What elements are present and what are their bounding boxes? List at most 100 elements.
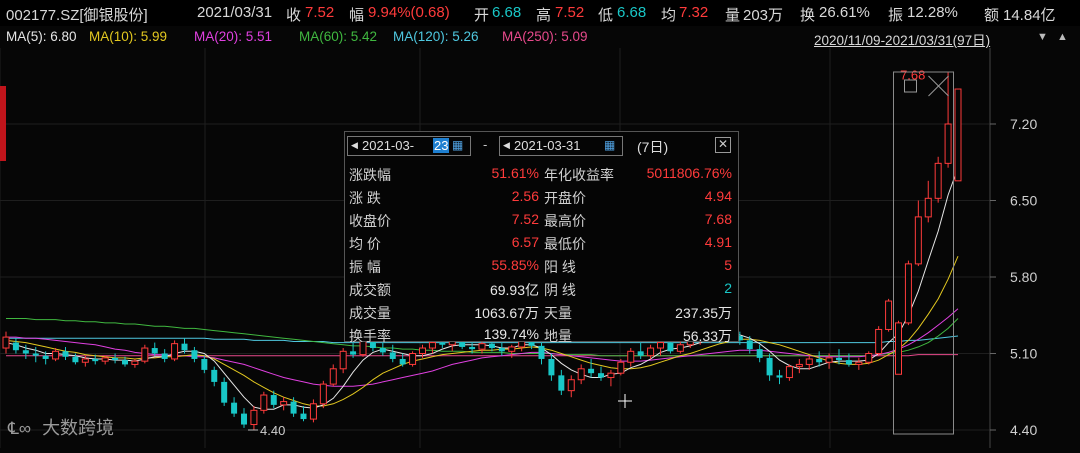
candle-body xyxy=(428,342,436,349)
calendar-icon[interactable]: ▦ xyxy=(604,138,615,152)
candle-body xyxy=(151,348,158,354)
stat-label: 成交量 xyxy=(349,305,391,321)
candle-body xyxy=(756,349,763,358)
ma-legend: MA(5): 6.80 MA(10): 5.99 MA(20): 5.51 MA… xyxy=(0,27,1080,49)
candle-body xyxy=(647,347,655,357)
change-label: 幅 xyxy=(349,7,365,24)
candle-body xyxy=(379,348,386,353)
candle-body xyxy=(488,343,495,349)
candle-body xyxy=(627,350,635,363)
stat-value: 4.94 xyxy=(704,188,732,204)
day-count: (7日) xyxy=(637,139,669,155)
avg-label: 均 xyxy=(661,7,677,24)
candle-body xyxy=(924,197,932,218)
candle-body xyxy=(746,340,753,350)
candle-body xyxy=(211,369,218,382)
y-axis: 7.20 6.50 5.80 5.10 4.40 xyxy=(990,116,1037,438)
stat-value: 7.52 xyxy=(511,211,539,227)
stat-label: 涨跌幅 xyxy=(349,167,391,183)
candle-body xyxy=(112,357,119,361)
candle-body xyxy=(399,358,406,365)
ma250-label[interactable]: MA(250): 5.09 xyxy=(502,29,588,44)
date-range[interactable]: 2020/11/09-2021/03/31(97日) xyxy=(814,29,990,49)
candle-body xyxy=(12,342,19,351)
ma10-label[interactable]: MA(10): 5.99 xyxy=(89,29,167,44)
stat-value: 69.93亿 xyxy=(489,282,539,298)
watermark: ℄∞ 大数跨境 xyxy=(8,414,114,440)
candle-body xyxy=(141,347,149,362)
close-icon[interactable]: ✕ xyxy=(715,137,731,153)
calendar-icon[interactable]: ▦ xyxy=(452,138,463,152)
low-label: 低 xyxy=(598,7,614,24)
amount-value: 14.84亿 xyxy=(1003,7,1056,24)
candle-body xyxy=(588,368,595,374)
candle-body xyxy=(280,401,288,406)
candle-body xyxy=(875,328,883,355)
ma120-label[interactable]: MA(120): 5.26 xyxy=(393,29,479,44)
low-value: 6.68 xyxy=(617,4,647,21)
candle-body xyxy=(201,358,208,370)
candle-body xyxy=(637,351,644,356)
end-date-picker[interactable]: ◀ 2021-03-31 ▦ xyxy=(499,136,623,156)
open-value: 6.68 xyxy=(492,4,522,21)
axis-label: 4.40 xyxy=(1010,422,1037,438)
close-value: 7.52 xyxy=(305,4,335,21)
stat-value: 4.91 xyxy=(704,234,732,250)
axis-label: 6.50 xyxy=(1010,193,1037,209)
collapse-icon[interactable]: ▲ xyxy=(1057,31,1068,43)
watermark-text: 大数跨境 xyxy=(42,418,115,438)
candle-body xyxy=(260,394,268,411)
stat-value: 5 xyxy=(724,257,732,273)
candle-body xyxy=(241,413,247,425)
stat-value: 51.61% xyxy=(491,165,539,181)
candle-body xyxy=(904,263,912,324)
stat-label: 涨 跌 xyxy=(349,190,381,206)
candle-body xyxy=(914,216,922,265)
stock-code[interactable]: 002177.SZ[御银股份] xyxy=(6,4,148,25)
candle-body xyxy=(81,358,89,363)
start-date-picker[interactable]: ◀ 2021-03- 23 ▦ xyxy=(347,136,471,156)
open-label: 开 xyxy=(474,7,490,24)
start-date-day[interactable]: 23 xyxy=(433,138,450,153)
candle-body xyxy=(617,361,625,374)
candle-body xyxy=(92,358,99,362)
candle-body xyxy=(309,403,317,420)
left-red-tab[interactable] xyxy=(0,86,6,161)
candle-body xyxy=(776,375,783,378)
candle-body xyxy=(836,357,842,361)
left-arrow-icon[interactable]: ◀ xyxy=(503,140,510,151)
stat-value: 237.35万 xyxy=(675,305,732,321)
volume-label: 量 xyxy=(725,7,741,24)
candle-body xyxy=(577,368,585,381)
candle-body xyxy=(409,353,417,365)
candle-body xyxy=(478,343,486,350)
logo-icon: ℄∞ xyxy=(8,419,32,438)
turnover-label: 换 xyxy=(800,7,816,24)
candle-body xyxy=(270,395,277,405)
left-arrow-icon[interactable]: ◀ xyxy=(351,140,358,151)
range-stats-panel: ◀ 2021-03- 23 ▦ - ◀ 2021-03-31 ▦ (7日) ✕ … xyxy=(344,131,739,344)
ma5-label[interactable]: MA(5): 6.80 xyxy=(6,29,77,44)
close-label: 收 xyxy=(286,7,302,24)
axis-label: 5.10 xyxy=(1010,346,1037,362)
ma20-label[interactable]: MA(20): 5.51 xyxy=(194,29,272,44)
stat-value: 2 xyxy=(724,280,732,296)
candle-body xyxy=(766,357,773,376)
change-value: 9.94%(0.68) xyxy=(368,4,450,21)
quote-date: 2021/03/31 xyxy=(197,4,273,21)
candle-body xyxy=(101,357,109,362)
candle-body xyxy=(72,356,79,363)
candle-body xyxy=(785,366,793,379)
candle-body xyxy=(538,345,545,359)
stat-label: 振 幅 xyxy=(349,259,381,275)
candle-body xyxy=(558,375,565,391)
candle-body xyxy=(42,355,49,359)
amount-label: 额 xyxy=(984,7,1000,24)
dropdown-icon[interactable]: ▼ xyxy=(1037,31,1048,43)
candle-body xyxy=(32,353,39,356)
candle-body xyxy=(498,348,505,352)
candle-body xyxy=(895,322,902,375)
candle-body xyxy=(221,381,228,403)
stat-label: 收盘价 xyxy=(349,213,391,229)
ma60-label[interactable]: MA(60): 5.42 xyxy=(299,29,377,44)
